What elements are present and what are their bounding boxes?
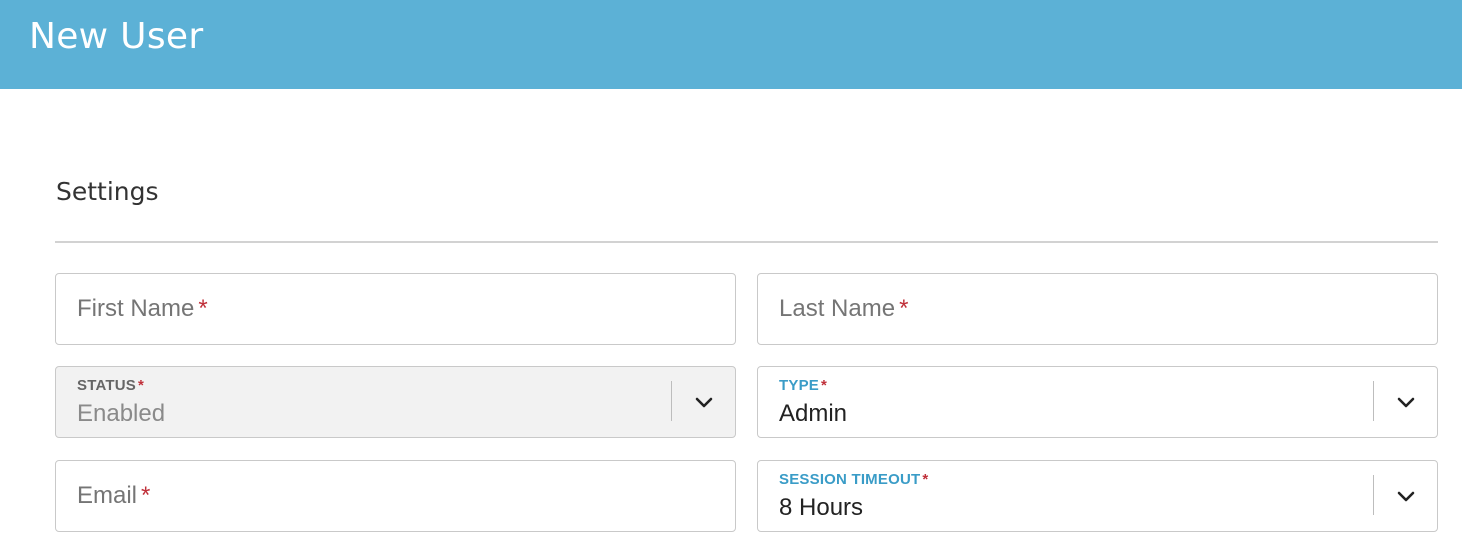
email-placeholder: Email * [77, 482, 150, 510]
chevron-down-icon[interactable] [693, 392, 715, 412]
first-name-placeholder-text: First Name [77, 295, 195, 322]
first-name-placeholder: First Name * [77, 295, 208, 323]
status-label-text: STATUS [77, 377, 136, 394]
select-separator [671, 381, 672, 421]
required-marker: * [137, 377, 145, 394]
first-name-field[interactable]: First Name * [55, 273, 736, 345]
last-name-placeholder: Last Name * [779, 295, 908, 323]
required-marker: * [820, 377, 828, 394]
required-marker: * [922, 471, 929, 488]
status-value: Enabled [77, 400, 166, 427]
status-label: STATUS * [77, 377, 144, 394]
type-select[interactable]: TYPE * Admin [757, 366, 1438, 438]
select-separator [1373, 381, 1374, 421]
page-header: New User [0, 0, 1462, 89]
section-title: Settings [56, 177, 159, 206]
type-label: TYPE * [779, 377, 827, 394]
session-timeout-select[interactable]: SESSION TIMEOUT * 8 Hours [757, 460, 1438, 532]
email-placeholder-text: Email [77, 482, 138, 509]
required-marker: * [198, 295, 208, 322]
session-timeout-value: 8 Hours [779, 494, 864, 521]
last-name-placeholder-text: Last Name [779, 295, 896, 322]
type-label-text: TYPE [779, 377, 819, 394]
session-timeout-label-text: SESSION TIMEOUT [779, 471, 921, 488]
email-field[interactable]: Email * [55, 460, 736, 532]
status-select[interactable]: STATUS * Enabled [55, 366, 736, 438]
required-marker: * [899, 295, 909, 322]
chevron-down-icon[interactable] [1395, 392, 1417, 412]
chevron-down-icon[interactable] [1395, 486, 1417, 506]
section-divider [55, 241, 1438, 243]
required-marker: * [141, 482, 151, 509]
session-timeout-label: SESSION TIMEOUT * [779, 471, 928, 488]
select-separator [1373, 475, 1374, 515]
last-name-field[interactable]: Last Name * [757, 273, 1438, 345]
type-value: Admin [779, 400, 848, 427]
page-title: New User [29, 16, 204, 57]
